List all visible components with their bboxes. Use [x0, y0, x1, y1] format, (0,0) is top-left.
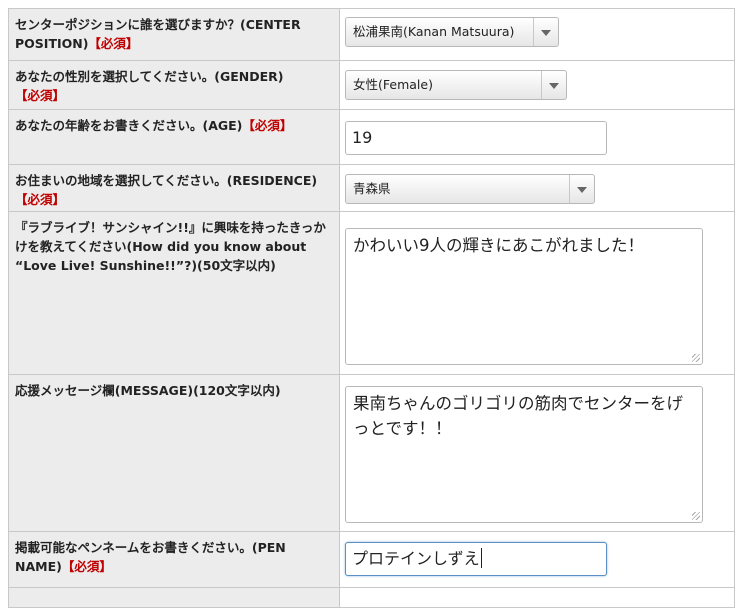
- chevron-down-icon[interactable]: [533, 18, 558, 46]
- form-row-next: [8, 587, 735, 608]
- pen-name-input[interactable]: プロテインしずえ: [345, 542, 607, 576]
- label-residence: お住まいの地域を選択してください。(RESIDENCE) 【必須】: [8, 164, 340, 212]
- textarea-value: 果南ちゃんのゴリゴリの筋肉でセンターをげっとです！！: [353, 394, 683, 438]
- label-age: あなたの年齢をお書きください。(AGE)【必須】: [8, 109, 340, 165]
- field-gender: 女性(Female): [339, 60, 735, 110]
- label-gender: あなたの性別を選択してください。(GENDER) 【必須】: [8, 60, 340, 110]
- how-did-you-know-textarea[interactable]: かわいい9人の輝きにあこがれました！: [345, 228, 703, 365]
- label-text: センターポジションに誰を選びますか？(CENTER POSITION): [15, 17, 301, 51]
- label-text: 応援メッセージ欄(MESSAGE)(120文字以内): [15, 383, 281, 398]
- required-mark: 【必須】: [15, 88, 66, 103]
- label-text: 『ラブライブ！サンシャイン!!』に興味を持ったきっかけを教えてください(How …: [15, 220, 326, 273]
- label-center-position: センターポジションに誰を選びますか？(CENTER POSITION)【必須】: [8, 8, 340, 61]
- form-row-age: あなたの年齢をお書きください。(AGE)【必須】 19: [8, 109, 735, 165]
- text-caret: [480, 548, 482, 568]
- field-pen-name: プロテインしずえ: [339, 531, 735, 588]
- label-message: 応援メッセージ欄(MESSAGE)(120文字以内): [8, 374, 340, 532]
- age-input[interactable]: 19: [345, 121, 607, 155]
- center-position-select[interactable]: 松浦果南(Kanan Matsuura): [345, 17, 559, 47]
- select-value: 女性(Female): [353, 77, 433, 92]
- form-row-residence: お住まいの地域を選択してください。(RESIDENCE) 【必須】 青森県: [8, 164, 735, 212]
- select-value: 青森県: [353, 181, 391, 196]
- field-how-did-you-know: かわいい9人の輝きにあこがれました！: [339, 211, 735, 375]
- select-value: 松浦果南(Kanan Matsuura): [353, 24, 515, 39]
- form-row-pen-name: 掲載可能なペンネームをお書きください。(PEN NAME)【必須】 プロテインし…: [8, 531, 735, 588]
- label-text: あなたの性別を選択してください。(GENDER): [15, 69, 284, 84]
- entry-form-table: センターポジションに誰を選びますか？(CENTER POSITION)【必須】 …: [8, 8, 735, 608]
- form-row-gender: あなたの性別を選択してください。(GENDER) 【必須】 女性(Female): [8, 60, 735, 110]
- field-center-position: 松浦果南(Kanan Matsuura): [339, 8, 735, 61]
- message-textarea[interactable]: 果南ちゃんのゴリゴリの筋肉でセンターをげっとです！！: [345, 386, 703, 523]
- field-next: [339, 587, 735, 608]
- resize-grip-icon[interactable]: [692, 354, 700, 362]
- required-mark: 【必須】: [61, 559, 112, 574]
- residence-select[interactable]: 青森県: [345, 174, 595, 204]
- form-row-center-position: センターポジションに誰を選びますか？(CENTER POSITION)【必須】 …: [8, 8, 735, 61]
- chevron-down-icon[interactable]: [541, 71, 566, 99]
- label-text: お住まいの地域を選択してください。(RESIDENCE): [15, 173, 318, 188]
- form-row-message: 応援メッセージ欄(MESSAGE)(120文字以内) 果南ちゃんのゴリゴリの筋肉…: [8, 374, 735, 532]
- field-age: 19: [339, 109, 735, 165]
- field-message: 果南ちゃんのゴリゴリの筋肉でセンターをげっとです！！: [339, 374, 735, 532]
- label-text: あなたの年齢をお書きください。(AGE): [15, 118, 243, 133]
- required-mark: 【必須】: [15, 192, 66, 207]
- label-text: 掲載可能なペンネームをお書きください。(PEN NAME): [15, 540, 286, 574]
- chevron-down-icon[interactable]: [569, 175, 594, 203]
- gender-select[interactable]: 女性(Female): [345, 70, 567, 100]
- form-row-how-did-you-know: 『ラブライブ！サンシャイン!!』に興味を持ったきっかけを教えてください(How …: [8, 211, 735, 375]
- required-mark: 【必須】: [242, 118, 293, 133]
- label-next: [8, 587, 340, 608]
- field-residence: 青森県: [339, 164, 735, 212]
- required-mark: 【必須】: [88, 36, 139, 51]
- textarea-value: かわいい9人の輝きにあこがれました！: [353, 236, 644, 255]
- input-value: 19: [352, 128, 373, 147]
- input-value: プロテインしずえ: [352, 549, 480, 568]
- label-how-did-you-know: 『ラブライブ！サンシャイン!!』に興味を持ったきっかけを教えてください(How …: [8, 211, 340, 375]
- label-pen-name: 掲載可能なペンネームをお書きください。(PEN NAME)【必須】: [8, 531, 340, 588]
- resize-grip-icon[interactable]: [692, 512, 700, 520]
